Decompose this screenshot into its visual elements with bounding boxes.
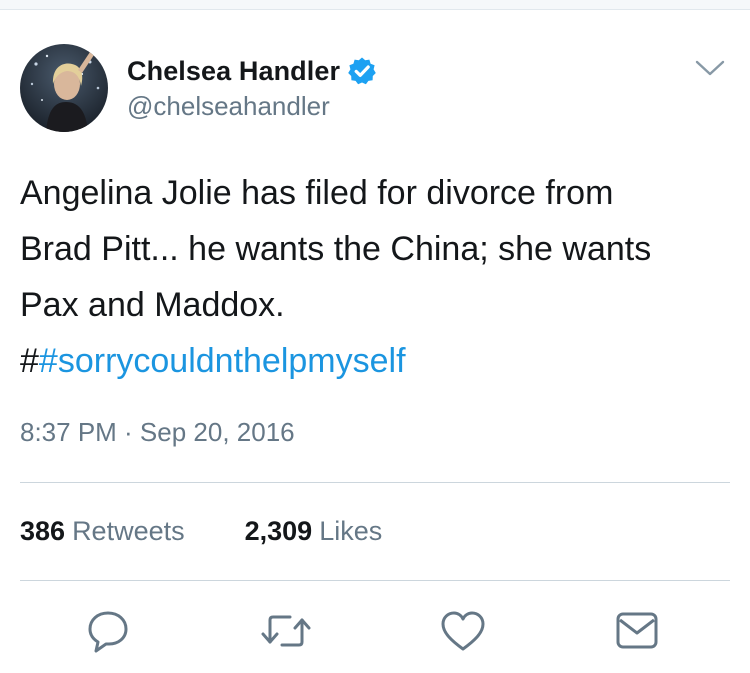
reply-icon [88, 611, 128, 653]
reply-button[interactable] [82, 606, 134, 656]
tweet-timestamp[interactable]: 8:37 PM · Sep 20, 2016 [20, 417, 295, 448]
profile-photo-icon [20, 44, 108, 132]
engagement-stats: 386 Retweets 2,309 Likes [20, 516, 382, 547]
like-icon [441, 611, 485, 651]
retweet-icon [261, 615, 311, 647]
hashtag-label[interactable]: #sorrycouldnthelpmyself [39, 342, 406, 380]
author-handle[interactable]: @chelseahandler [127, 91, 330, 122]
divider [20, 580, 730, 581]
tweet-body: Angelina Jolie has filed for divorce fro… [20, 174, 652, 324]
hashtag-prefix: # [20, 342, 39, 380]
retweets-count: 386 [20, 516, 66, 546]
divider [20, 482, 730, 483]
tweet-text: Angelina Jolie has filed for divorce fro… [20, 165, 735, 389]
like-button[interactable] [437, 606, 489, 656]
likes-stat[interactable]: 2,309 Likes [245, 516, 383, 547]
display-name[interactable]: Chelsea Handler [127, 56, 340, 87]
chevron-down-icon[interactable] [693, 56, 727, 80]
direct-message-button[interactable] [611, 606, 663, 656]
hashtag-link[interactable]: ##sorrycouldnthelpmyself [20, 333, 735, 389]
top-divider [0, 0, 750, 10]
likes-count: 2,309 [244, 516, 313, 546]
author-name-row[interactable]: Chelsea Handler [127, 54, 377, 88]
retweets-label: Retweets [72, 516, 185, 546]
retweet-button[interactable] [260, 606, 312, 656]
action-bar [0, 606, 750, 656]
retweets-stat[interactable]: 386 Retweets [20, 516, 185, 547]
likes-label: Likes [319, 516, 383, 546]
direct-message-icon [616, 612, 658, 649]
avatar[interactable] [20, 44, 108, 132]
verified-badge-icon [348, 57, 376, 85]
